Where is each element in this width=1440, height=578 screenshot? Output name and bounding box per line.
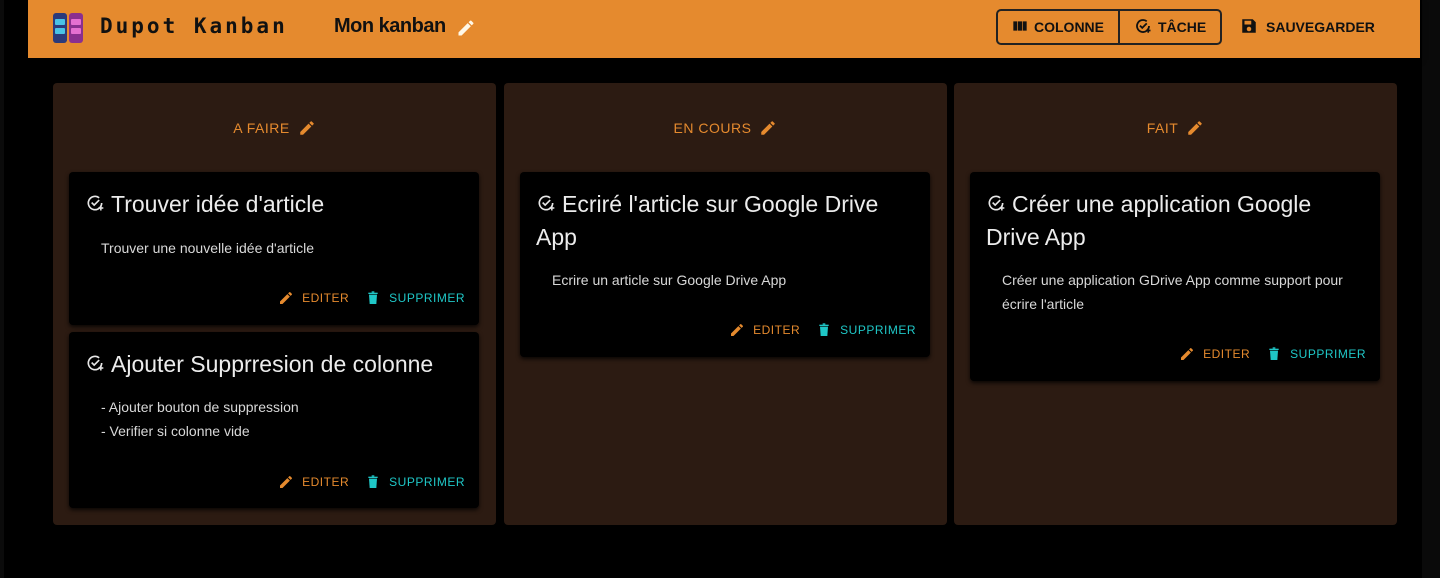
save-button[interactable]: SAUVEGARDER [1240,13,1375,41]
column-header: A FAIRE [53,119,496,137]
trash-icon [1269,347,1279,360]
pencil-icon [280,475,293,488]
column-en-cours: EN COURS Ecriré l'article sur Google Dri… [504,83,947,525]
app-bar: Dupot Kanban Mon kanban COLONNE TÂCHE SA… [28,0,1420,58]
trash-icon [368,475,378,488]
view-column-icon [1012,18,1028,37]
task-actions: EDITER SUPPRIMER [278,290,465,306]
task-description: - Ajouter bouton de suppression - Verifi… [101,399,299,439]
task-title: Trouver idée d'article [85,188,463,221]
add-button-group: COLONNE TÂCHE [996,9,1223,45]
board-title: Mon kanban [334,15,446,37]
delete-task-button[interactable]: SUPPRIMER [1266,346,1366,362]
save-label: SAUVEGARDER [1266,19,1375,35]
delete-task-button[interactable]: SUPPRIMER [365,290,465,306]
column-fait: FAIT Créer une application Google Drive … [954,83,1397,525]
column-a-faire: A FAIRE Trouver idée d'article Trouver u… [53,83,496,525]
task-description: Trouver une nouvelle idée d'article [101,240,315,256]
edit-column-pencil-icon[interactable] [298,119,316,137]
pencil-icon [280,291,293,304]
edit-task-button[interactable]: EDITER [1179,346,1250,362]
add-column-button[interactable]: COLONNE [998,11,1118,43]
column-header: EN COURS [504,119,947,137]
add-task-icon [1134,17,1152,38]
trash-icon [819,323,829,336]
add-task-label: TÂCHE [1158,19,1207,35]
kanban-logo-icon [52,12,84,44]
window-edge-right [1422,0,1440,578]
task-title: Ajouter Supprresion de colonne [85,348,463,381]
delete-task-button[interactable]: SUPPRIMER [365,474,465,490]
app-brand: Dupot Kanban [100,14,288,38]
edit-column-pencil-icon[interactable] [1186,119,1204,137]
delete-task-button[interactable]: SUPPRIMER [816,322,916,338]
edit-task-button[interactable]: EDITER [278,290,349,306]
task-actions: EDITER SUPPRIMER [729,322,916,338]
add-column-label: COLONNE [1034,19,1104,35]
trash-icon [368,291,378,304]
add-task-button[interactable]: TÂCHE [1118,11,1220,43]
task-check-icon [538,195,555,211]
task-description: Créer une application GDrive App comme s… [1002,272,1343,312]
column-title: FAIT [1146,120,1179,136]
task-card: Créer une application Google Drive App C… [970,172,1380,381]
task-check-icon [87,355,104,371]
save-icon [1240,17,1258,38]
task-card: Trouver idée d'article Trouver une nouve… [69,172,479,325]
column-title: EN COURS [673,120,752,136]
task-check-icon [87,195,104,211]
task-actions: EDITER SUPPRIMER [278,474,465,490]
task-description: Ecrire un article sur Google Drive App [552,272,787,288]
edit-board-name-pencil-icon[interactable] [456,18,476,38]
pencil-icon [731,323,744,336]
edit-task-button[interactable]: EDITER [729,322,800,338]
task-card: Ecriré l'article sur Google Drive App Ec… [520,172,930,357]
window-edge-left [0,0,4,578]
task-card: Ajouter Supprresion de colonne - Ajouter… [69,332,479,508]
task-check-icon [988,195,1005,211]
column-title: A FAIRE [233,120,290,136]
edit-task-button[interactable]: EDITER [278,474,349,490]
column-header: FAIT [954,119,1397,137]
edit-column-pencil-icon[interactable] [759,119,777,137]
pencil-icon [1181,347,1194,360]
task-title: Ecriré l'article sur Google Drive App [536,191,879,250]
task-title: Créer une application Google Drive App [986,191,1312,250]
task-actions: EDITER SUPPRIMER [1179,346,1366,362]
